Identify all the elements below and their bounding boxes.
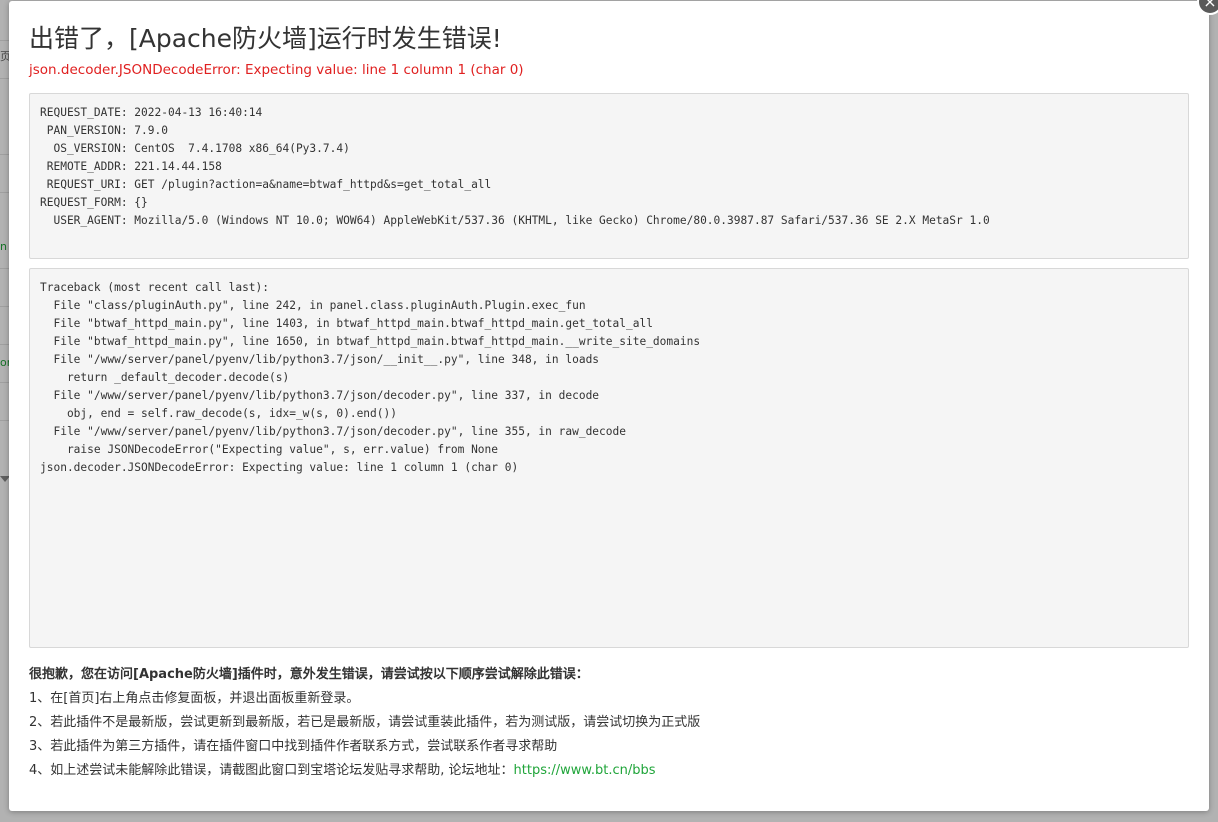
help-title: 很抱歉，您在访问[Apache防火墙]插件时，意外发生错误，请尝试按以下顺序尝试… [29, 667, 589, 682]
traceback-line: obj, end = self.raw_decode(s, idx=_w(s, … [40, 407, 397, 420]
traceback-line: raise JSONDecodeError("Expecting value",… [40, 443, 499, 456]
request-info-line: REQUEST_FORM: {} [40, 196, 148, 209]
request-info-line: REQUEST_DATE: 2022-04-13 16:40:14 [40, 106, 263, 119]
help-step: 2、若此插件不是最新版，尝试更新到最新版，若已是最新版，请尝试重装此插件，若为测… [29, 715, 701, 730]
error-dialog: × 出错了，[Apache防火墙]运行时发生错误! json.decoder.J… [9, 0, 1218, 811]
request-info-line: PAN_VERSION: 7.9.0 [40, 124, 168, 137]
dialog-title: 出错了，[Apache防火墙]运行时发生错误! [29, 24, 502, 53]
traceback-line: File "btwaf_httpd_main.py", line 1650, i… [40, 335, 701, 348]
request-info-box: REQUEST_DATE: 2022-04-13 16:40:14 PAN_VE… [29, 93, 1189, 259]
traceback-line: Traceback (most recent call last): [40, 281, 270, 294]
help-step: 4、如上述尝试未能解除此错误，请截图此窗口到宝塔论坛发贴寻求帮助, 论坛地址：h… [29, 761, 700, 785]
request-info-line: REMOTE_ADDR: 221.14.44.158 [40, 160, 222, 173]
traceback-line: File "/www/server/panel/pyenv/lib/python… [40, 389, 600, 402]
forum-link[interactable]: https://www.bt.cn/bbs [514, 763, 656, 778]
request-info-line: REQUEST_URI: GET /plugin?action=a&name=b… [40, 178, 492, 191]
close-icon[interactable]: × [1197, 0, 1218, 15]
error-message: json.decoder.JSONDecodeError: Expecting … [29, 62, 524, 78]
traceback-line: File "/www/server/panel/pyenv/lib/python… [40, 425, 626, 438]
traceback-box: Traceback (most recent call last): File … [29, 268, 1189, 648]
help-step: 1、在[首页]右上角点击修复面板，并退出面板重新登录。 [29, 691, 360, 706]
help-section: 很抱歉，您在访问[Apache防火墙]插件时，意外发生错误，请尝试按以下顺序尝试… [29, 665, 700, 785]
help-step-text: 4、如上述尝试未能解除此错误，请截图此窗口到宝塔论坛发贴寻求帮助, 论坛地址： [29, 763, 514, 778]
traceback-line: json.decoder.JSONDecodeError: Expecting … [40, 461, 519, 474]
traceback-line: File "/www/server/panel/pyenv/lib/python… [40, 353, 600, 366]
traceback-line: File "class/pluginAuth.py", line 242, in… [40, 299, 586, 312]
request-info-line: USER_AGENT: Mozilla/5.0 (Windows NT 10.0… [40, 214, 990, 227]
request-info-line: OS_VERSION: CentOS 7.4.1708 x86_64(Py3.7… [40, 142, 350, 155]
traceback-line: return _default_decoder.decode(s) [40, 371, 290, 384]
traceback-line: File "btwaf_httpd_main.py", line 1403, i… [40, 317, 653, 330]
help-step: 3、若此插件为第三方插件，请在插件窗口中找到插件作者联系方式，尝试联系作者寻求帮… [29, 739, 558, 754]
